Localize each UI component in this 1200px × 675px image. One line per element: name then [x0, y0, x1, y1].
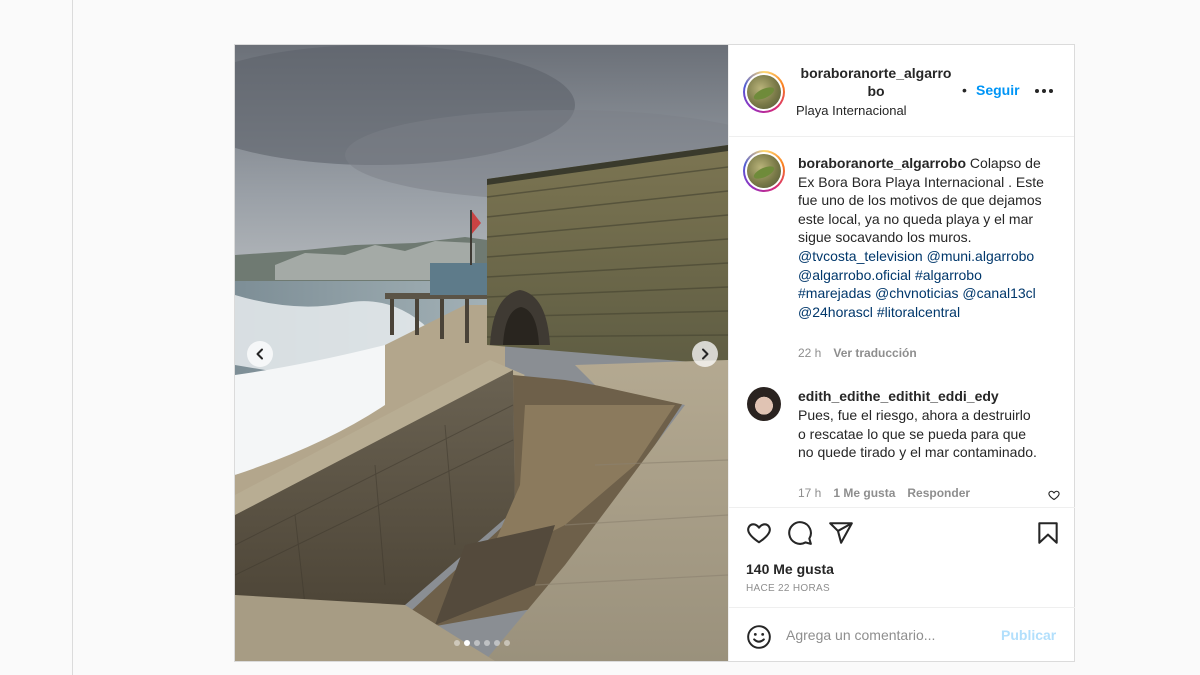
comment-input[interactable] — [786, 625, 986, 645]
caption-tag-link[interactable]: #litoralcentral — [877, 304, 960, 320]
caption-tag-link[interactable]: @muni.algarrobo — [927, 248, 1035, 264]
caption-username[interactable]: boraboranorte_algarrobo — [798, 155, 966, 171]
comment-like-icon[interactable] — [1048, 488, 1060, 506]
action-bar — [729, 507, 1075, 545]
caption-tag-link[interactable]: @algarrobo.oficial — [798, 267, 911, 283]
more-options-icon[interactable] — [1035, 89, 1053, 93]
photo-scene — [235, 45, 728, 661]
caption-tags: @tvcosta_television @muni.algarrobo @alg… — [798, 248, 1036, 320]
post-caption: boraboranorte_algarrobo Colapso de Ex Bo… — [798, 154, 1056, 321]
carousel-dot — [483, 640, 490, 646]
bookmark-icon[interactable] — [1035, 520, 1061, 551]
carousel-dot — [503, 640, 510, 646]
caption-tag-link[interactable]: @tvcosta_television — [798, 248, 923, 264]
caption-time: 22 h — [798, 346, 822, 360]
caption-tag-link[interactable]: @chvnoticias — [875, 285, 958, 301]
like-count[interactable]: 140 Me gusta — [746, 561, 834, 577]
follow-button[interactable]: Seguir — [976, 82, 1020, 98]
reply-button[interactable]: Responder — [907, 486, 970, 500]
caption-tag-link[interactable]: #marejadas — [798, 285, 871, 301]
caption-tag-link[interactable]: #algarrobo — [915, 267, 982, 283]
emoji-icon[interactable] — [746, 624, 772, 655]
chevron-left-icon — [256, 348, 263, 360]
post-location[interactable]: Playa Internacional — [796, 103, 907, 118]
share-icon[interactable] — [828, 520, 854, 551]
separator-dot: • — [962, 82, 967, 98]
carousel-dot — [453, 640, 460, 646]
translate-link[interactable]: Ver traducción — [833, 346, 916, 360]
post-header: boraboranorte_algarro bo Playa Internaci… — [729, 45, 1074, 137]
commenter-username[interactable]: edith_edithe_edithit_eddi_edy — [798, 388, 999, 404]
publish-button[interactable]: Publicar — [1001, 627, 1056, 643]
post-timestamp: HACE 22 HORAS — [746, 583, 830, 594]
chevron-right-icon — [702, 348, 709, 360]
comment-time: 17 h — [798, 486, 822, 500]
comment-likes[interactable]: 1 Me gusta — [833, 486, 895, 500]
caption-meta: 22 h Ver traducción — [798, 346, 917, 360]
comment-meta: 17 h 1 Me gusta Responder — [798, 486, 970, 500]
commenter-avatar[interactable] — [747, 387, 781, 421]
carousel-dot — [493, 640, 500, 646]
carousel-next-button[interactable] — [692, 341, 718, 367]
caption-tag-link[interactable]: @24horascl — [798, 304, 873, 320]
post-photo[interactable] — [235, 45, 728, 661]
comments-section: boraboranorte_algarrobo Colapso de Ex Bo… — [729, 137, 1074, 507]
author-username-line2: bo — [867, 83, 885, 99]
carousel-dot — [463, 640, 470, 646]
page-divider — [72, 0, 73, 675]
caption-tag-link[interactable]: @canal13cl — [962, 285, 1035, 301]
carousel-dot — [473, 640, 480, 646]
author-username-line1: boraboranorte_algarro — [800, 65, 952, 81]
author-avatar[interactable] — [743, 71, 785, 113]
author-username[interactable]: boraboranorte_algarro bo — [791, 64, 961, 100]
post-side-panel: boraboranorte_algarro bo Playa Internaci… — [728, 45, 1075, 661]
add-comment-bar: Publicar — [729, 607, 1075, 661]
comment-icon[interactable] — [787, 520, 813, 551]
carousel-prev-button[interactable] — [247, 341, 273, 367]
carousel-indicator — [235, 640, 728, 646]
heart-icon[interactable] — [746, 520, 772, 551]
caption-avatar[interactable] — [743, 150, 785, 192]
comment-text: Pues, fue el riesgo, ahora a destruirlo … — [798, 407, 1037, 461]
post-card: boraboranorte_algarro bo Playa Internaci… — [234, 44, 1075, 662]
